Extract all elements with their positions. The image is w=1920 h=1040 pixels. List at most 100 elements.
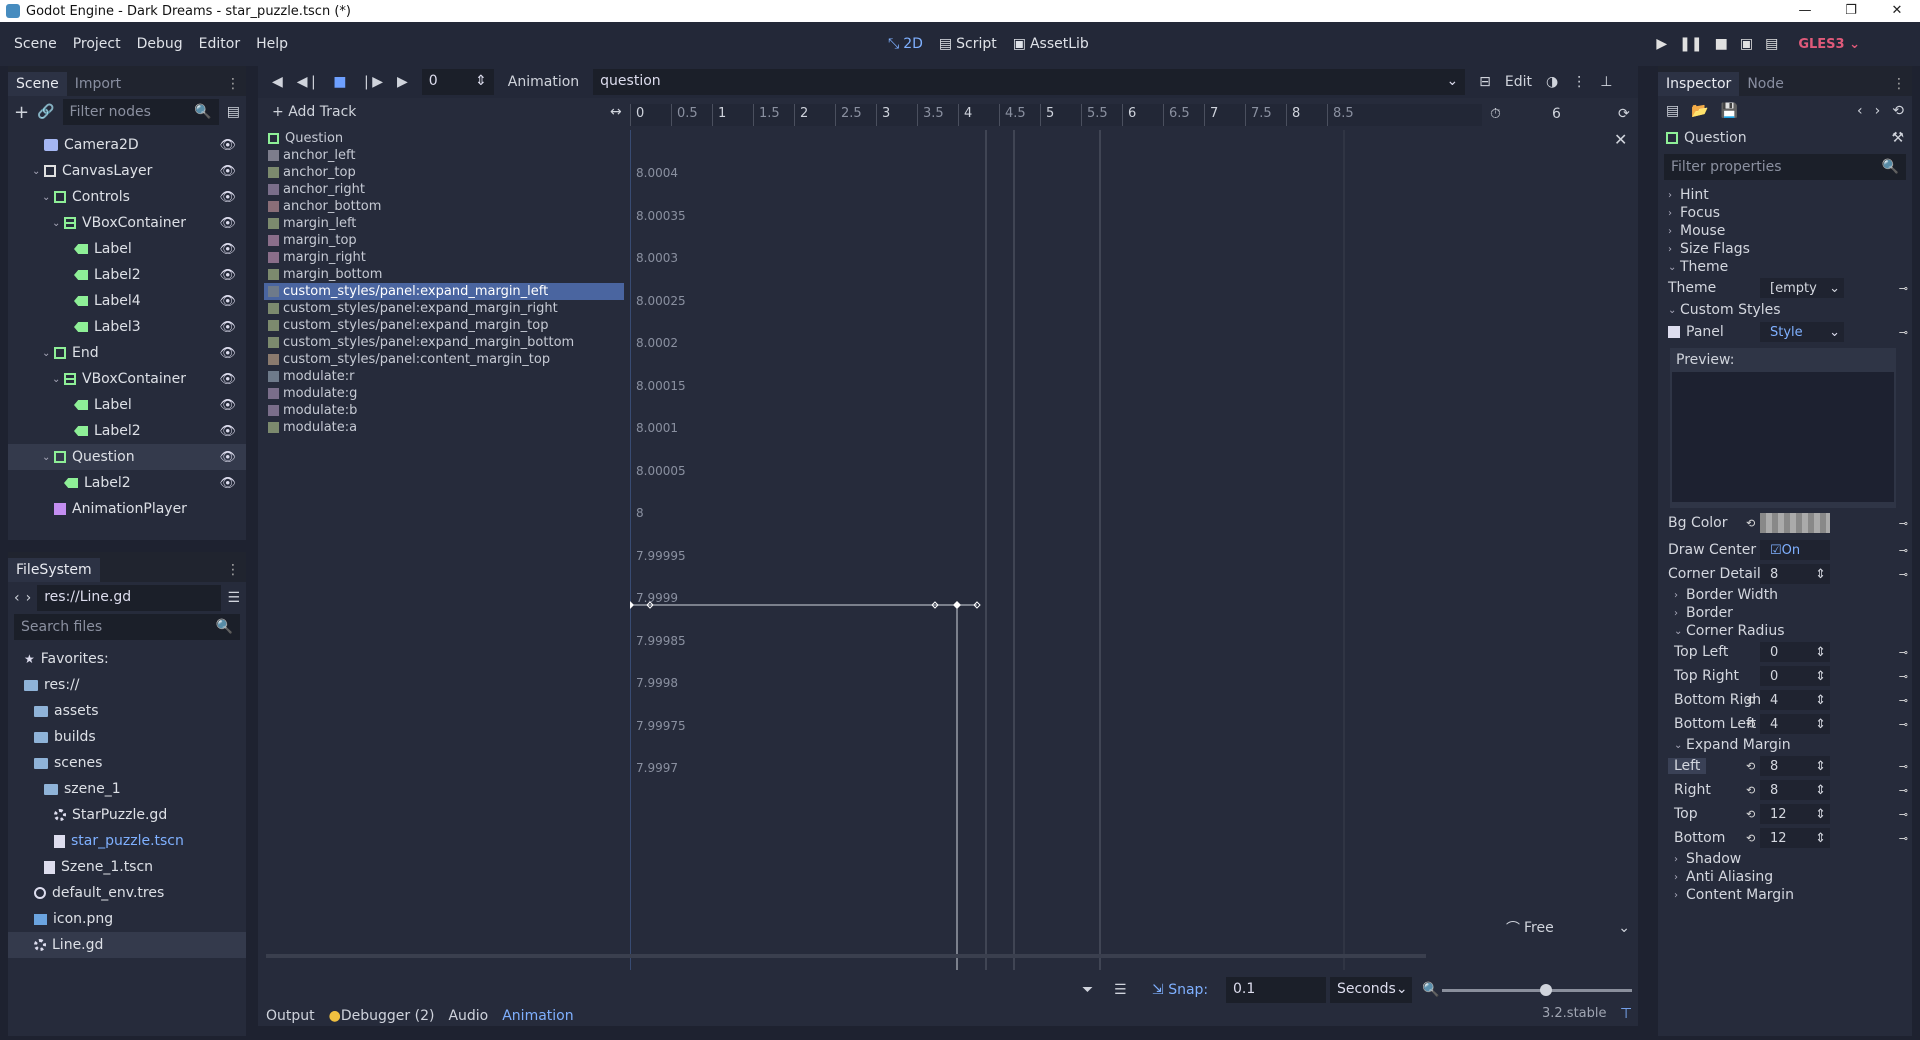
track-color-swatch[interactable] xyxy=(268,218,279,229)
scene-node[interactable]: ⌄ VBoxContainer 👁 xyxy=(8,210,246,236)
animation-track[interactable]: modulate:a xyxy=(264,419,624,436)
tab-node[interactable]: Node xyxy=(1739,72,1792,96)
key-icon[interactable]: ⊸ xyxy=(1899,517,1908,530)
save-icon[interactable]: 💾 xyxy=(1721,103,1738,119)
menu-project[interactable]: Project xyxy=(65,36,129,52)
horizontal-scrollbar[interactable] xyxy=(266,954,1426,958)
expand-arrow-icon[interactable]: ⌄ xyxy=(52,374,64,385)
tab-inspector[interactable]: Inspector xyxy=(1658,72,1740,96)
visibility-eye-icon[interactable]: 👁 xyxy=(219,268,236,283)
track-color-swatch[interactable] xyxy=(268,235,279,246)
open-folder-icon[interactable]: 📂 xyxy=(1691,103,1708,119)
track-color-swatch[interactable] xyxy=(268,337,279,348)
object-menu-icon[interactable]: ⚒ xyxy=(1891,130,1904,146)
forward-icon[interactable]: › xyxy=(26,590,32,606)
animation-track[interactable]: custom_styles/panel:expand_margin_bottom xyxy=(264,334,624,351)
section-custom-styles[interactable]: ⌄ Custom Styles xyxy=(1658,300,1912,320)
bezier-graph[interactable]: 8.0004 8.00035 8.0003 8.00025 8.0002 8.00015 8… xyxy=(626,130,1636,970)
revert-icon[interactable]: ⟲ xyxy=(1746,694,1755,707)
play-scene-icon[interactable]: ▣ xyxy=(1740,36,1753,52)
section-content-margin[interactable]: › Content Margin xyxy=(1658,886,1912,904)
list-view-icon[interactable]: ☰ xyxy=(227,590,240,606)
time-field[interactable]: 0 ⇕ xyxy=(421,69,494,95)
corner-spinbox[interactable]: 0 ⇕ xyxy=(1760,642,1830,662)
track-color-swatch[interactable] xyxy=(268,320,279,331)
expand-arrow-icon[interactable]: ⌄ xyxy=(52,218,64,229)
scene-node[interactable]: Camera2D 👁 xyxy=(8,132,246,158)
file-item[interactable]: Szene_1.tscn xyxy=(8,854,246,880)
file-item[interactable]: scenes xyxy=(8,750,246,776)
stop-icon[interactable]: ■ xyxy=(333,74,346,90)
scene-node[interactable]: Label 👁 xyxy=(8,236,246,262)
expand-arrow-icon[interactable]: ⌄ xyxy=(42,452,54,463)
file-item[interactable]: default_env.tres xyxy=(8,880,246,906)
file-item[interactable]: star_puzzle.tscn xyxy=(8,828,246,854)
animation-track[interactable]: margin_left xyxy=(264,215,624,232)
workspace-script[interactable]: ▤ Script xyxy=(939,36,997,52)
revert-icon[interactable]: ⟲ xyxy=(1746,832,1755,845)
scene-node[interactable]: Label4 👁 xyxy=(8,288,246,314)
path-field[interactable]: res://Line.gd xyxy=(37,585,222,611)
visibility-eye-icon[interactable]: 👁 xyxy=(219,138,236,153)
pin-icon[interactable]: ⊥ xyxy=(1600,74,1612,90)
expand-spinbox[interactable]: 8 ⇕ xyxy=(1760,756,1830,776)
tab-output[interactable]: Output xyxy=(266,1008,315,1024)
new-resource-icon[interactable]: ▤ xyxy=(1666,103,1679,119)
track-color-swatch[interactable] xyxy=(268,354,279,365)
tab-import[interactable]: Import xyxy=(67,72,129,96)
add-track-button[interactable]: + Add Track xyxy=(258,104,356,120)
revert-icon[interactable]: ⟲ xyxy=(1746,784,1755,797)
history-forward-icon[interactable]: › xyxy=(1875,103,1881,119)
filter-nodes-input[interactable]: Filter nodes 🔍 xyxy=(62,99,219,125)
animation-track[interactable]: modulate:r xyxy=(264,368,624,385)
animation-track[interactable]: anchor_left xyxy=(264,147,624,164)
view-list-icon[interactable]: ☰ xyxy=(1114,982,1127,998)
section-focus[interactable]: › Focus xyxy=(1658,204,1912,222)
key-icon[interactable]: ⊸ xyxy=(1899,544,1908,557)
animation-select[interactable]: question ⌄ xyxy=(593,69,1466,95)
minimize-button[interactable]: — xyxy=(1782,0,1828,22)
section-border[interactable]: › Border xyxy=(1658,604,1912,622)
back-icon[interactable]: ‹ xyxy=(14,590,20,606)
dock-menu-icon[interactable]: ⋮ xyxy=(220,558,246,582)
play-from-start-icon[interactable]: ❘▶ xyxy=(361,74,384,90)
file-item[interactable]: ★ Favorites: xyxy=(8,646,246,672)
style-resource[interactable]: Style ⌄ xyxy=(1760,322,1844,342)
renderer-select[interactable]: GLES3 ⌄ xyxy=(1798,37,1860,52)
loop-icon[interactable]: ⟳ xyxy=(1618,106,1630,122)
scene-node[interactable]: Label2 👁 xyxy=(8,470,246,496)
section-border-width[interactable]: › Border Width xyxy=(1658,586,1912,604)
tab-audio[interactable]: Audio xyxy=(448,1008,488,1024)
visibility-eye-icon[interactable]: 👁 xyxy=(219,398,236,413)
key-icon[interactable]: ⊸ xyxy=(1899,760,1908,773)
scene-node[interactable]: ⌄ CanvasLayer 👁 xyxy=(8,158,246,184)
file-item[interactable]: szene_1 xyxy=(8,776,246,802)
animation-track[interactable]: anchor_top xyxy=(264,164,624,181)
revert-icon[interactable]: ⟲ xyxy=(1746,718,1755,731)
expand-spinbox[interactable]: 8 ⇕ xyxy=(1760,780,1830,800)
section-corner-radius[interactable]: ⌄ Corner Radius xyxy=(1658,622,1912,640)
animation-track[interactable]: modulate:g xyxy=(264,385,624,402)
file-item[interactable]: icon.png xyxy=(8,906,246,932)
play-backwards-icon[interactable]: ◀❘ xyxy=(297,74,320,90)
scene-node[interactable]: ⌄ VBoxContainer 👁 xyxy=(8,366,246,392)
key-icon[interactable]: ⊸ xyxy=(1899,694,1908,707)
collapse-panel-icon[interactable]: ⊤ xyxy=(1620,1006,1632,1022)
expand-spinbox[interactable]: 12 ⇕ xyxy=(1760,828,1830,848)
animation-track[interactable]: margin_bottom xyxy=(264,266,624,283)
key-icon[interactable]: ⊸ xyxy=(1899,282,1908,295)
animation-track[interactable]: custom_styles/panel:expand_margin_right xyxy=(264,300,624,317)
visibility-eye-icon[interactable]: 👁 xyxy=(219,450,236,465)
tab-scene[interactable]: Scene xyxy=(8,72,67,96)
track-color-swatch[interactable] xyxy=(268,269,279,280)
key-icon[interactable]: ⊸ xyxy=(1899,568,1908,581)
play-icon[interactable]: ▶ xyxy=(1656,36,1667,52)
file-item[interactable]: Line.gd xyxy=(8,932,246,958)
tab-animation[interactable]: Animation xyxy=(502,1008,573,1024)
autoplay-icon[interactable]: ⊟ xyxy=(1479,74,1491,90)
more-icon[interactable]: ⋮ xyxy=(1572,74,1586,90)
scene-node[interactable]: ⌄ End 👁 xyxy=(8,340,246,366)
key-icon[interactable]: ⊸ xyxy=(1899,808,1908,821)
dock-menu-icon[interactable]: ⋮ xyxy=(1886,72,1912,96)
search-files-input[interactable]: Search files 🔍 xyxy=(14,614,240,640)
